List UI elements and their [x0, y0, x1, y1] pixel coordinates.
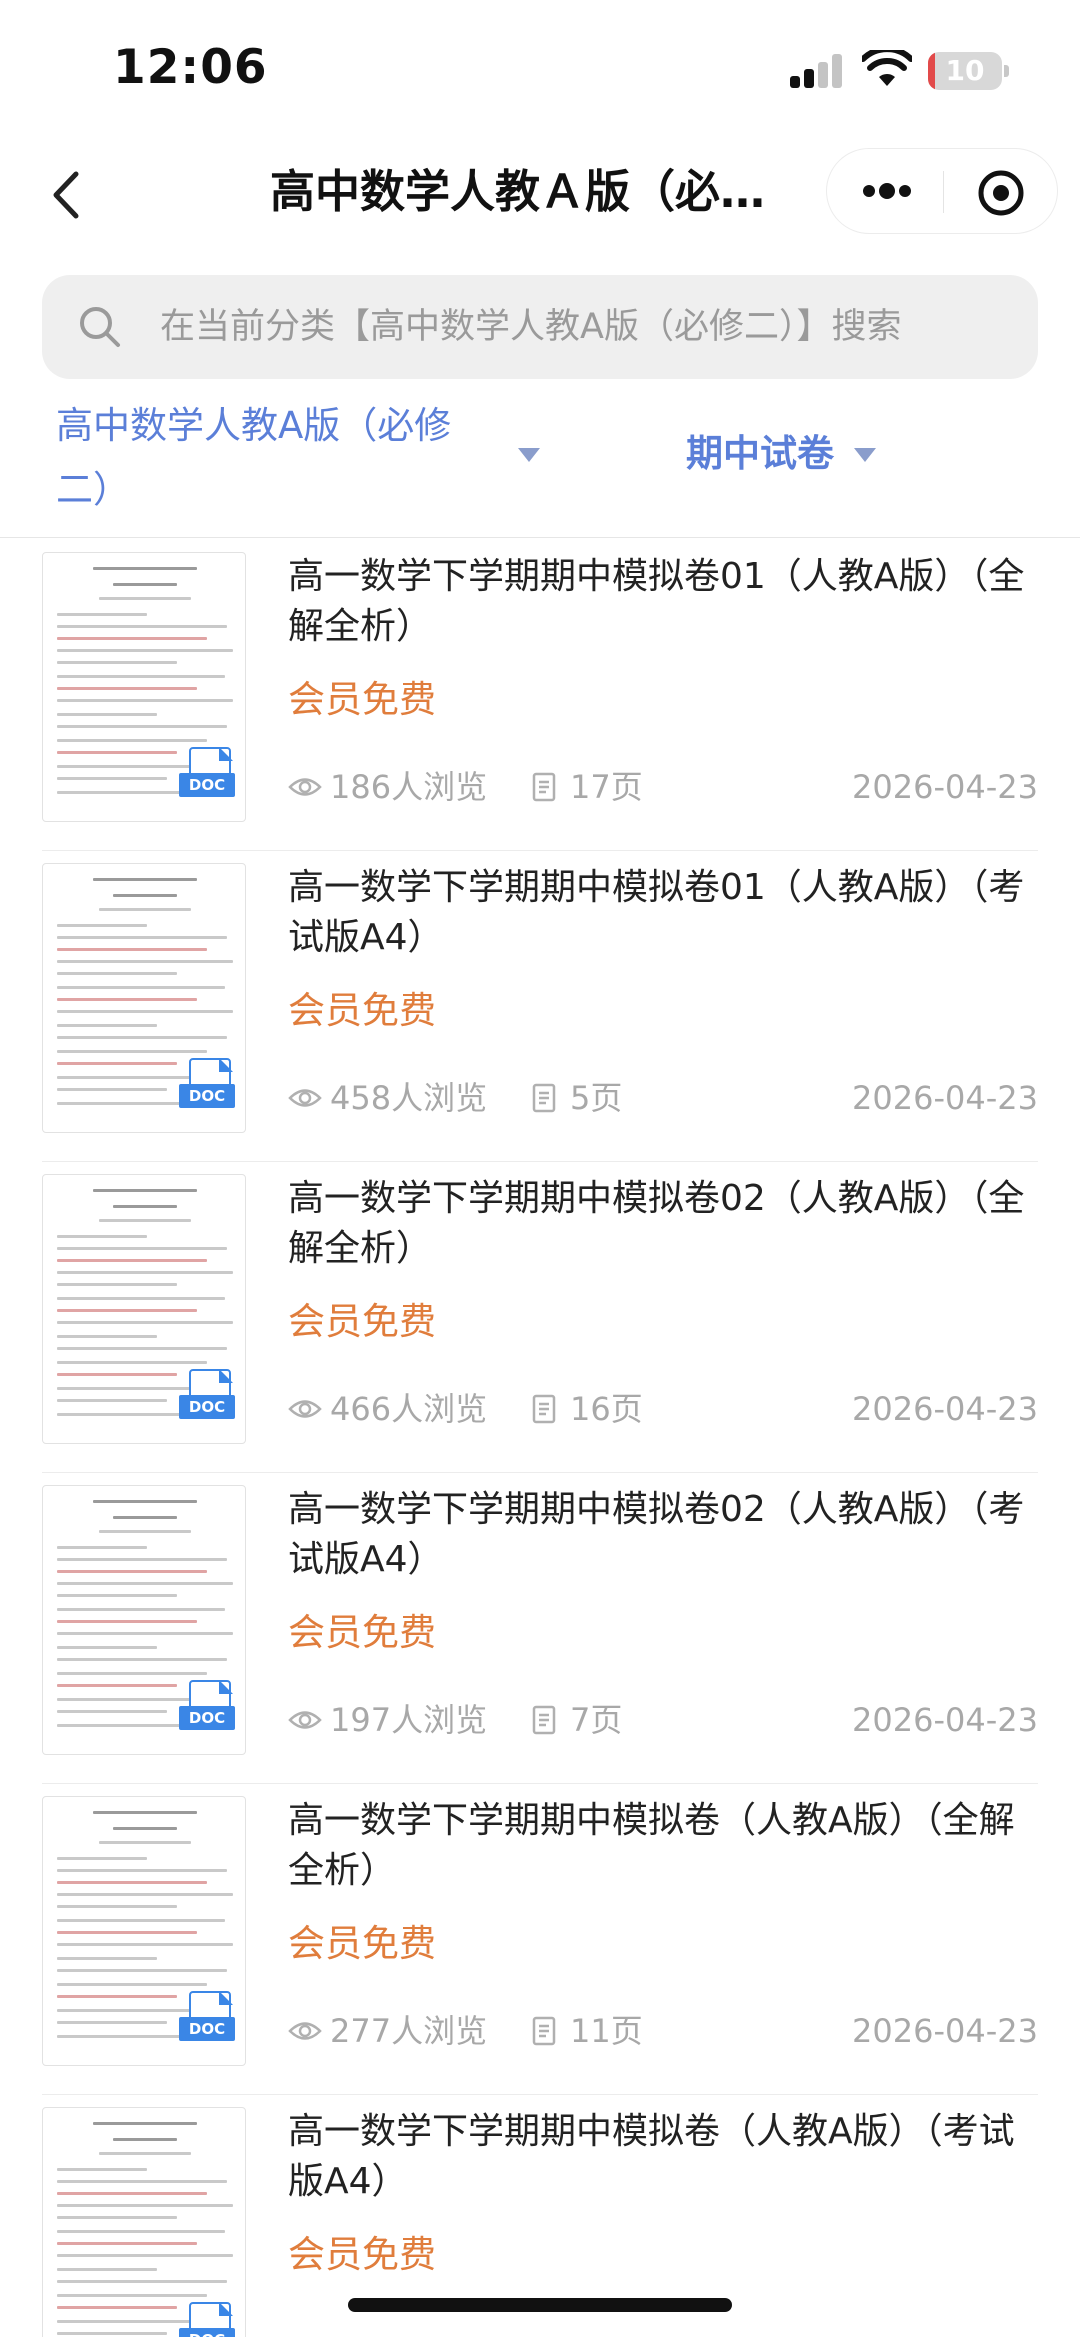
publish-date: 2026-04-23 — [852, 768, 1038, 806]
search-box[interactable] — [42, 275, 1038, 379]
target-circle-icon[interactable] — [977, 169, 1025, 217]
page-count: 5页 — [570, 1079, 623, 1117]
battery-icon: 10 — [928, 52, 1009, 90]
page-count-icon — [532, 1083, 556, 1113]
price-label: 会员免费 — [288, 2233, 436, 2276]
document-title[interactable]: 高一数学下学期期中模拟卷01（人教A版）（全解全析） — [288, 552, 1036, 652]
search-input[interactable] — [160, 275, 1020, 379]
document-title[interactable]: 高一数学下学期期中模拟卷02（人教A版）（全解全析） — [288, 1174, 1036, 1274]
search-icon — [80, 307, 120, 347]
document-meta: 277人浏览 11页 2026-04-23 — [288, 2006, 1038, 2056]
document-thumbnail: DOC — [42, 1174, 246, 1444]
doc-badge-label: DOC — [179, 2017, 235, 2041]
page-title: 高中数学人教Ａ版（必… — [270, 165, 766, 218]
doc-file-icon: DOC — [179, 1369, 235, 1425]
document-thumbnail: DOC — [42, 1796, 246, 2066]
battery-label: 10 — [945, 54, 985, 87]
doc-file-icon: DOC — [179, 1991, 235, 2047]
page-count-icon — [532, 772, 556, 802]
price-label: 会员免费 — [288, 989, 436, 1032]
filter-type-dropdown[interactable]: 期中试卷 — [686, 426, 834, 482]
document-list-item[interactable]: DOC 高一数学下学期期中模拟卷（人教A版）（全解全析） 会员免费 277人浏览 11页… — [42, 1784, 1038, 2095]
document-thumbnail: DOC — [42, 863, 246, 1133]
document-meta: 466人浏览 16页 2026-04-23 — [288, 1384, 1038, 1434]
doc-file-icon: DOC — [179, 1680, 235, 1736]
document-meta: 186人浏览 17页 2026-04-23 — [288, 762, 1038, 812]
page-count: 17页 — [570, 768, 643, 806]
document-thumbnail: DOC — [42, 1485, 246, 1755]
filter-bar: 高中数学人教A版（必修二） 期中试卷 — [0, 388, 1080, 538]
document-meta: 458人浏览 5页 2026-04-23 — [288, 1073, 1038, 1123]
page-count: 16页 — [570, 1390, 643, 1428]
home-indicator[interactable] — [348, 2298, 732, 2312]
view-count: 458人浏览 — [330, 1079, 488, 1117]
document-list-item[interactable]: DOC 高一数学下学期期中模拟卷02（人教A版）（考试版A4） 会员免费 197人浏览… — [42, 1473, 1038, 1784]
filter-category-dropdown[interactable]: 高中数学人教A版（必修二） — [56, 388, 496, 522]
status-bar: 12:06 10 — [0, 0, 1080, 140]
doc-badge-label: DOC — [179, 773, 235, 797]
doc-badge-label: DOC — [179, 2328, 235, 2337]
document-list-item[interactable]: DOC 高一数学下学期期中模拟卷01（人教A版）（考试版A4） 会员免费 458人浏览… — [42, 851, 1038, 1162]
publish-date: 2026-04-23 — [852, 1079, 1038, 1117]
price-label: 会员免费 — [288, 678, 436, 721]
document-list-item[interactable]: DOC 高一数学下学期期中模拟卷02（人教A版）（全解全析） 会员免费 466人浏览 1… — [42, 1162, 1038, 1473]
doc-badge-label: DOC — [179, 1395, 235, 1419]
capsule-divider — [943, 171, 944, 213]
doc-file-icon: DOC — [179, 1058, 235, 1114]
wifi-icon — [862, 50, 912, 86]
document-title[interactable]: 高一数学下学期期中模拟卷02（人教A版）（考试版A4） — [288, 1485, 1036, 1585]
document-list-item[interactable]: DOC 高一数学下学期期中模拟卷01（人教A版）（全解全析） 会员免费 186人浏览 1… — [42, 540, 1038, 851]
document-title[interactable]: 高一数学下学期期中模拟卷01（人教A版）（考试版A4） — [288, 863, 1036, 963]
page-count: 11页 — [570, 2012, 643, 2050]
price-label: 会员免费 — [288, 1611, 436, 1654]
view-count: 466人浏览 — [330, 1390, 488, 1428]
document-meta: 197人浏览 7页 2026-04-23 — [288, 1695, 1038, 1745]
eye-icon — [288, 778, 322, 796]
eye-icon — [288, 2022, 322, 2040]
status-time: 12:06 — [113, 40, 268, 95]
view-count: 197人浏览 — [330, 1701, 488, 1739]
doc-file-icon: DOC — [179, 2302, 235, 2337]
page-count-icon — [532, 1394, 556, 1424]
eye-icon — [288, 1400, 322, 1418]
document-title[interactable]: 高一数学下学期期中模拟卷（人教A版）（考试版A4） — [288, 2107, 1036, 2207]
more-dots-icon[interactable] — [857, 171, 917, 211]
mini-program-capsule — [826, 148, 1058, 234]
caret-down-icon[interactable] — [518, 448, 540, 462]
document-thumbnail: DOC — [42, 2107, 246, 2337]
page-count-icon — [532, 2016, 556, 2046]
doc-badge-label: DOC — [179, 1084, 235, 1108]
publish-date: 2026-04-23 — [852, 1701, 1038, 1739]
chevron-left-icon[interactable] — [42, 168, 92, 222]
doc-file-icon: DOC — [179, 747, 235, 803]
publish-date: 2026-04-23 — [852, 1390, 1038, 1428]
caret-down-icon[interactable] — [854, 448, 876, 462]
document-title[interactable]: 高一数学下学期期中模拟卷（人教A版）（全解全析） — [288, 1796, 1036, 1896]
price-label: 会员免费 — [288, 1922, 436, 1965]
price-label: 会员免费 — [288, 1300, 436, 1343]
page-count-icon — [532, 1705, 556, 1735]
publish-date: 2026-04-23 — [852, 2012, 1038, 2050]
signal-icon — [790, 54, 844, 88]
eye-icon — [288, 1089, 322, 1107]
page-count: 7页 — [570, 1701, 623, 1739]
document-thumbnail: DOC — [42, 552, 246, 822]
view-count: 277人浏览 — [330, 2012, 488, 2050]
eye-icon — [288, 1711, 322, 1729]
view-count: 186人浏览 — [330, 768, 488, 806]
doc-badge-label: DOC — [179, 1706, 235, 1730]
nav-bar: 高中数学人教Ａ版（必… — [0, 140, 1080, 245]
